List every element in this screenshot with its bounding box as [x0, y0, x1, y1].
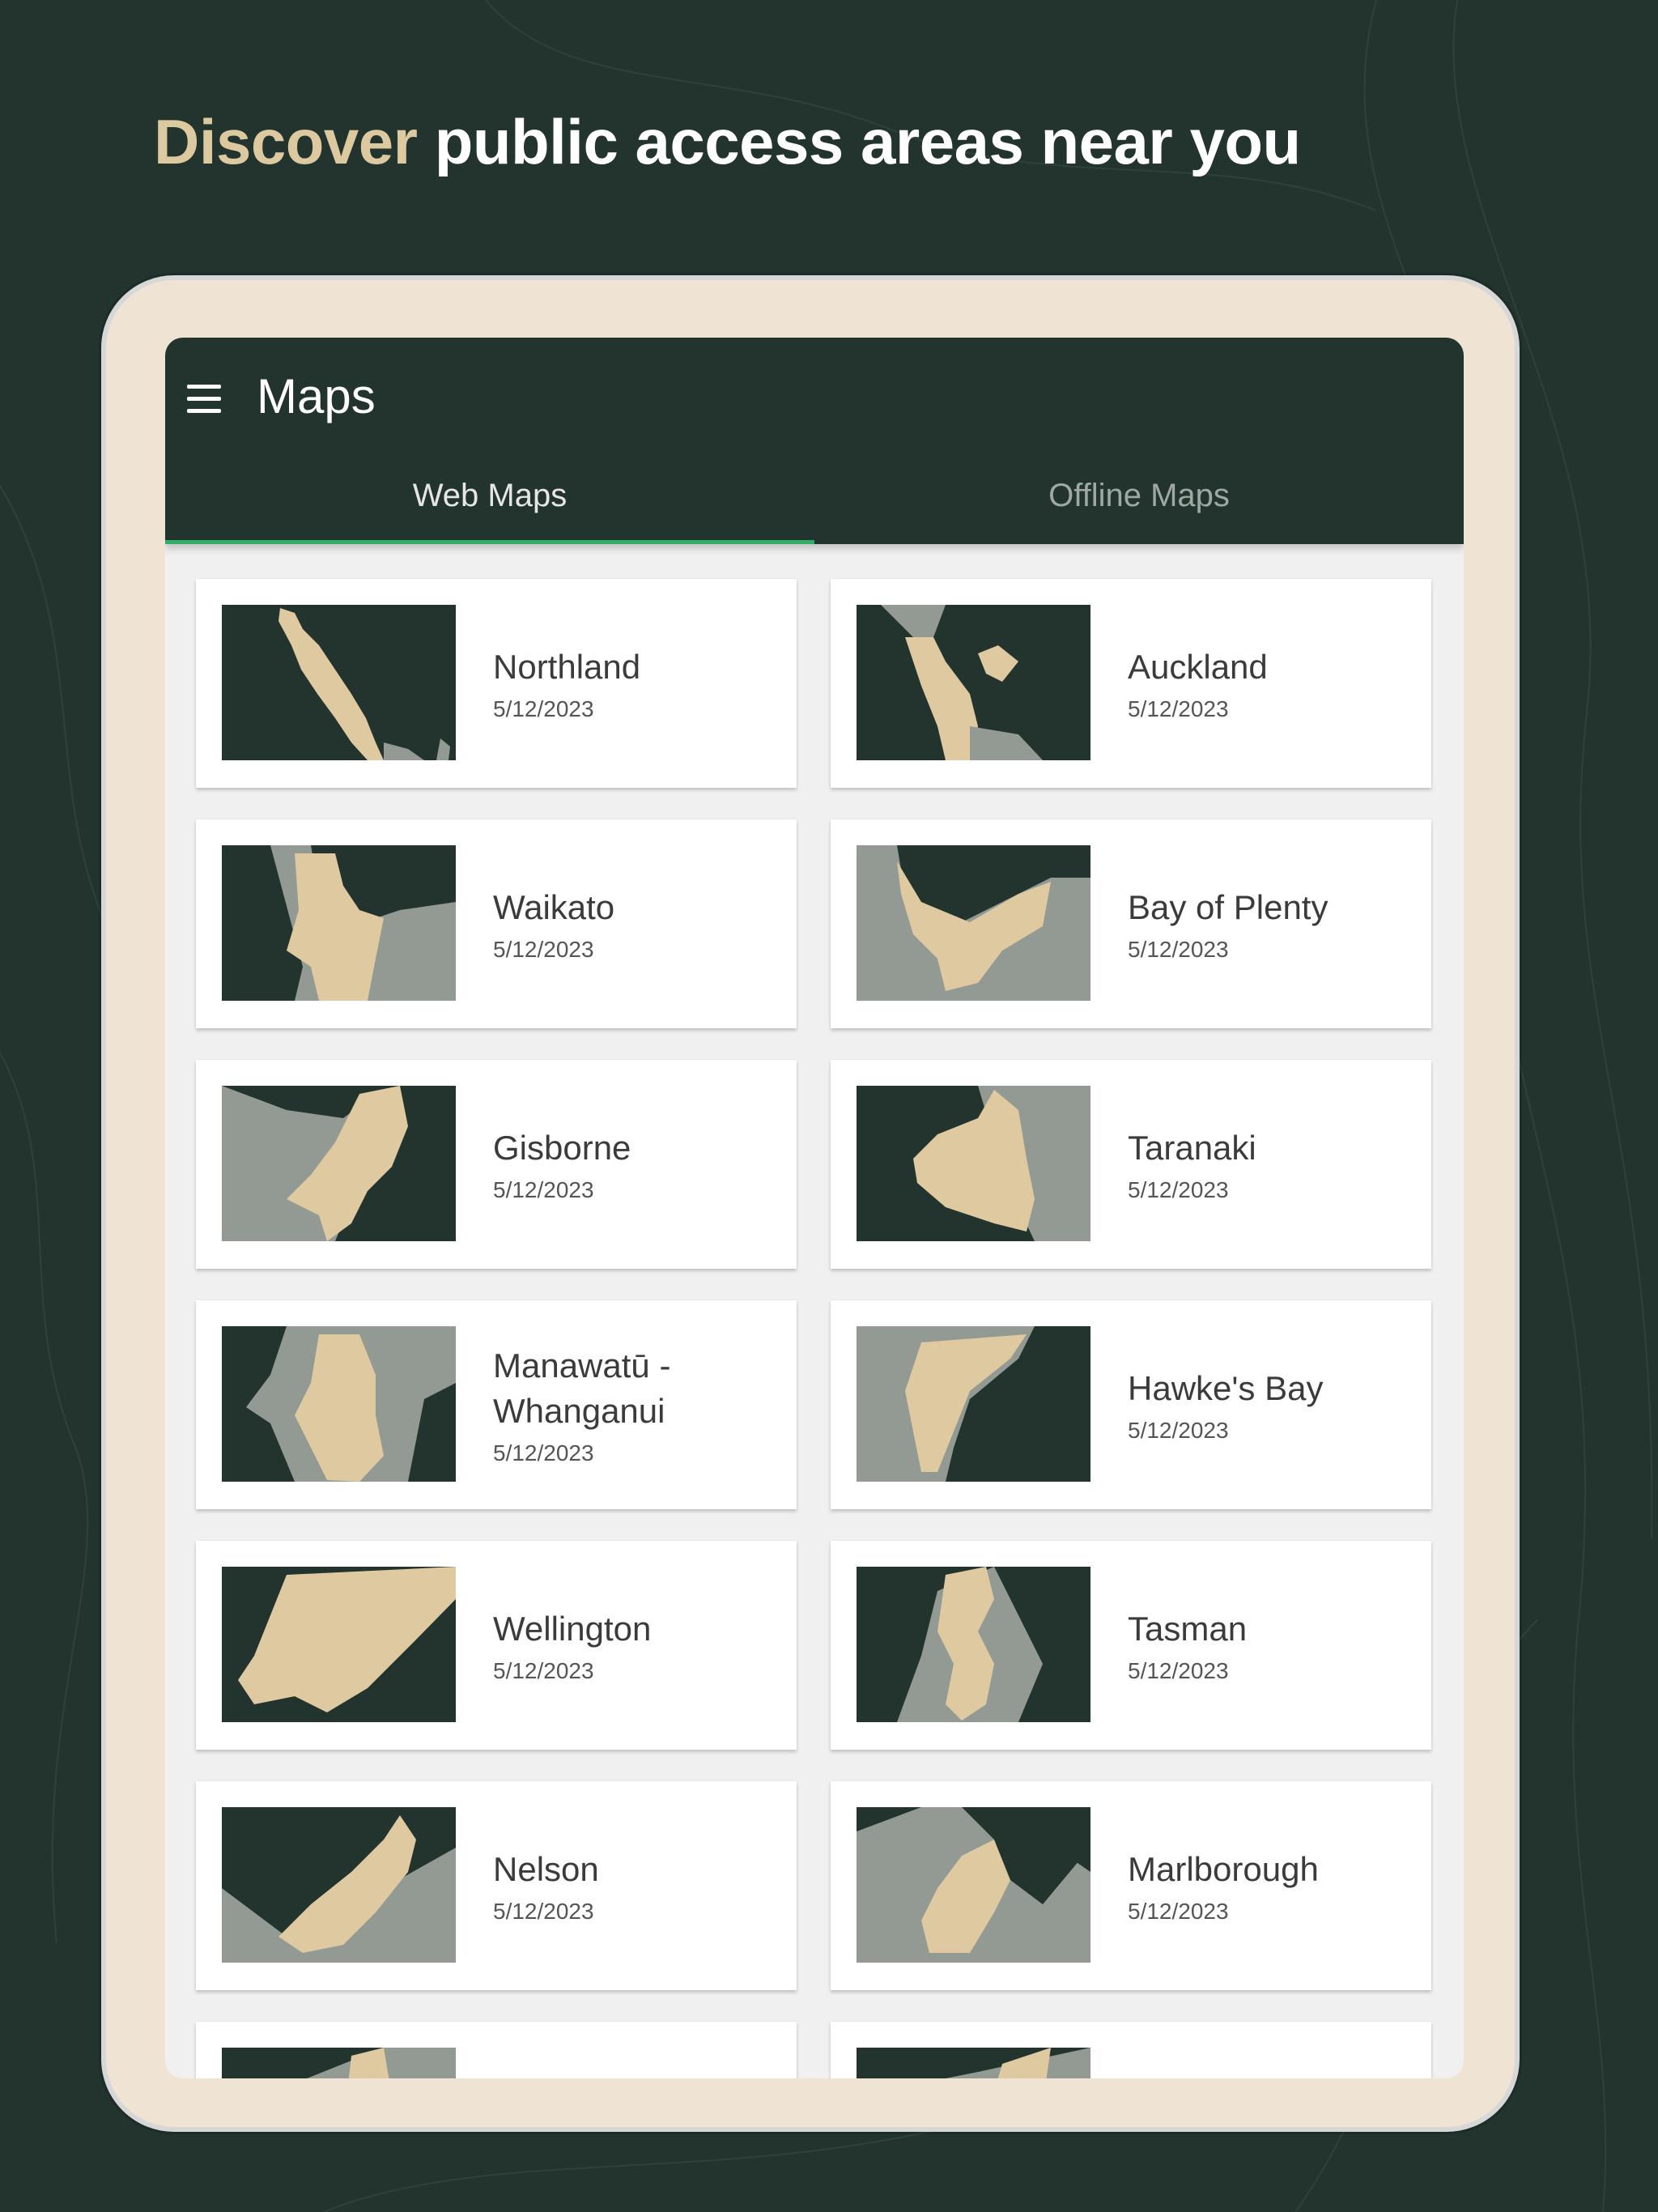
- region-map-thumbnail: [857, 605, 1090, 760]
- active-tab-indicator: [165, 540, 814, 544]
- map-date: 5/12/2023: [493, 1177, 594, 1202]
- map-name: Gisborne: [493, 1129, 631, 1167]
- map-date: 5/12/2023: [493, 937, 594, 962]
- map-date: 5/12/2023: [493, 1899, 594, 1924]
- map-card-nelson[interactable]: Nelson 5/12/2023: [196, 1781, 797, 1990]
- map-name: Northland: [493, 648, 641, 686]
- map-card-wellington[interactable]: Wellington 5/12/2023: [196, 1541, 797, 1750]
- headline-rest: public access areas near you: [417, 106, 1301, 177]
- region-map-thumbnail: [857, 1326, 1090, 1482]
- map-card-taranaki[interactable]: Taranaki 5/12/2023: [831, 1060, 1431, 1269]
- map-card-hawkes-bay[interactable]: Hawke's Bay 5/12/2023: [831, 1300, 1431, 1509]
- app-bar: Maps Web Maps Offline Maps: [165, 338, 1464, 544]
- map-name: Waikato: [493, 888, 615, 926]
- map-card-bay-of-plenty[interactable]: Bay of Plenty 5/12/2023: [831, 819, 1431, 1028]
- map-card-manawatu-whanganui[interactable]: Manawatū - Whanganui 5/12/2023: [196, 1300, 797, 1509]
- map-card-gisborne[interactable]: Gisborne 5/12/2023: [196, 1060, 797, 1269]
- map-date: 5/12/2023: [493, 1658, 594, 1683]
- map-name: Bay of Plenty: [1128, 888, 1329, 926]
- map-name: Manawatū - Whanganui: [493, 1346, 671, 1430]
- map-date: 5/12/2023: [1128, 1899, 1229, 1924]
- map-name: Marlborough: [1128, 1850, 1319, 1888]
- map-name: Hawke's Bay: [1128, 1369, 1324, 1407]
- region-map-thumbnail: [857, 845, 1090, 1001]
- map-date: 5/12/2023: [1128, 1658, 1229, 1683]
- region-map-thumbnail: [857, 1807, 1090, 1963]
- headline-accent: Discover: [154, 106, 418, 177]
- region-map-thumbnail: [222, 2048, 456, 2078]
- map-name: Nelson: [493, 1850, 599, 1888]
- map-card-tasman[interactable]: Tasman 5/12/2023: [831, 1541, 1431, 1750]
- map-date: 5/12/2023: [1128, 1418, 1229, 1443]
- region-map-thumbnail: [222, 1326, 456, 1482]
- map-date: 5/12/2023: [1128, 696, 1229, 721]
- app-screen: Maps Web Maps Offline Maps Northland 5/12…: [165, 338, 1464, 2078]
- page-title: Maps: [257, 369, 376, 423]
- map-name: Wellington: [493, 1610, 652, 1648]
- map-card-partial-right[interactable]: [831, 2022, 1431, 2078]
- map-date: 5/12/2023: [1128, 1177, 1229, 1202]
- region-map-thumbnail: [857, 1086, 1090, 1241]
- region-map-thumbnail: [222, 845, 456, 1001]
- map-name: Tasman: [1128, 1610, 1248, 1648]
- map-date: 5/12/2023: [1128, 937, 1229, 962]
- region-map-thumbnail: [222, 1567, 456, 1722]
- region-map-thumbnail: [222, 1086, 456, 1241]
- map-date: 5/12/2023: [493, 696, 594, 721]
- map-card-marlborough[interactable]: Marlborough 5/12/2023: [831, 1781, 1431, 1990]
- map-name: Taranaki: [1128, 1129, 1256, 1167]
- map-card-waikato[interactable]: Waikato 5/12/2023: [196, 819, 797, 1028]
- map-card-grid[interactable]: Northland 5/12/2023 Auckland 5/12/2023 Wai…: [165, 544, 1464, 2078]
- tab-web-maps[interactable]: Web Maps: [165, 471, 814, 544]
- map-card-northland[interactable]: Northland 5/12/2023: [196, 579, 797, 788]
- map-card-auckland[interactable]: Auckland 5/12/2023: [831, 579, 1431, 788]
- region-map-thumbnail: [222, 1807, 456, 1963]
- region-map-thumbnail: [222, 605, 456, 760]
- region-map-thumbnail: [857, 1567, 1090, 1722]
- map-name: Auckland: [1128, 648, 1268, 686]
- map-date: 5/12/2023: [493, 1440, 594, 1465]
- region-map-thumbnail: [857, 2048, 1090, 2078]
- hamburger-menu-icon[interactable]: [187, 385, 221, 414]
- tablet-frame: Maps Web Maps Offline Maps Northland 5/12…: [101, 275, 1520, 2132]
- tab-offline-maps[interactable]: Offline Maps: [814, 471, 1464, 544]
- headline: Discover public access areas near you: [154, 105, 1301, 179]
- map-card-partial-left[interactable]: [196, 2022, 797, 2078]
